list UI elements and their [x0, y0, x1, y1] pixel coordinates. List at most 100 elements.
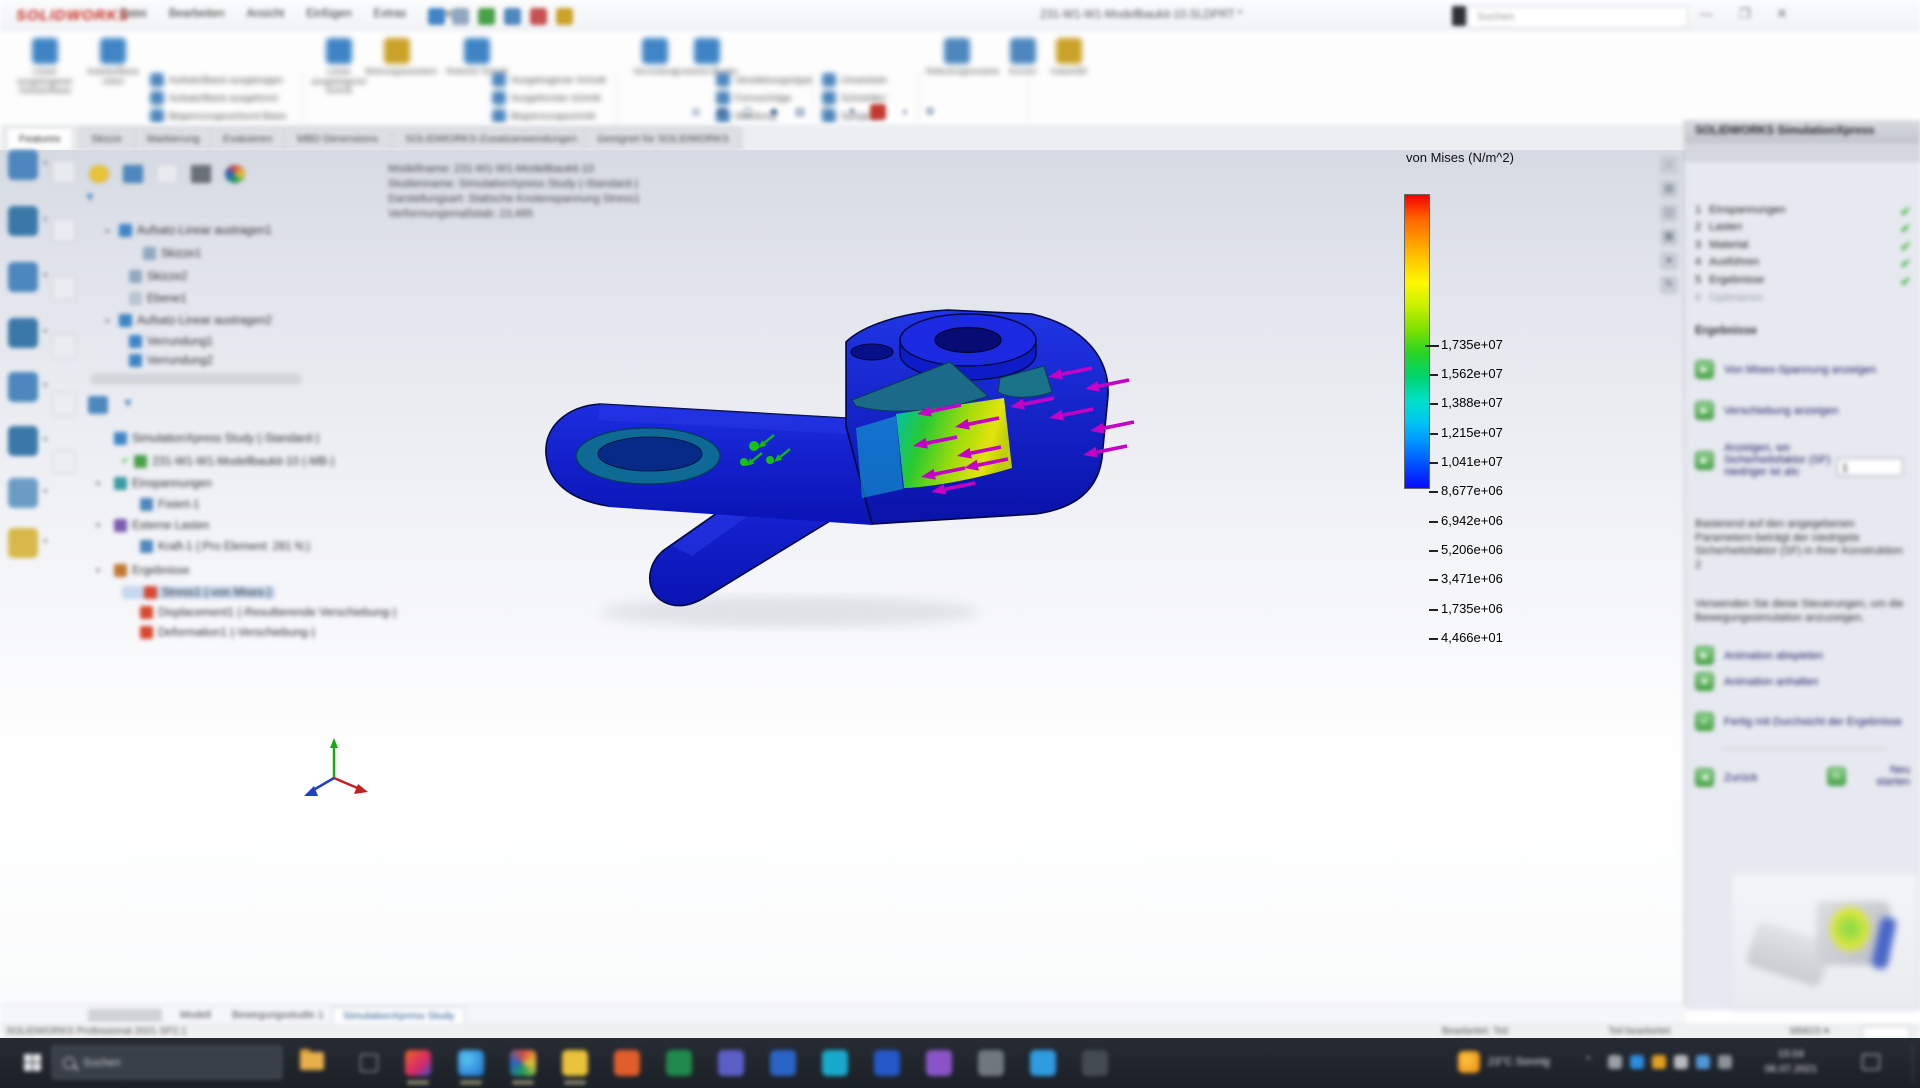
- study-filter-icon[interactable]: ▼: [122, 396, 134, 414]
- tree-item[interactable]: Deformation1 (-Verschiebung-): [122, 626, 315, 639]
- taskbar-app-icon[interactable]: [926, 1050, 952, 1076]
- home-tab-icon[interactable]: ⌂: [1660, 156, 1678, 174]
- property-manager-icon[interactable]: [122, 164, 144, 184]
- tray-icon[interactable]: [1630, 1055, 1644, 1069]
- toolbar-icon[interactable]: [8, 528, 38, 558]
- toolbar-icon[interactable]: [8, 206, 38, 236]
- taskbar-app-icon[interactable]: [874, 1050, 900, 1076]
- design-tree-icon[interactable]: [88, 164, 110, 184]
- toolbar-icon[interactable]: [8, 318, 38, 348]
- restart-button-icon[interactable]: ↻: [1827, 767, 1846, 786]
- weather-text[interactable]: 23°C Sonnig: [1488, 1056, 1550, 1068]
- action-button-icon[interactable]: ✔: [1695, 712, 1714, 731]
- model-tab[interactable]: SimulationXpress Study: [332, 1007, 465, 1025]
- file-explorer-tab-icon[interactable]: ◫: [1660, 204, 1678, 222]
- tree-item[interactable]: Ebene1: [116, 292, 187, 305]
- toolbar-icon[interactable]: [8, 478, 38, 508]
- study-icon[interactable]: [88, 396, 108, 414]
- start-button[interactable]: [24, 1054, 41, 1071]
- action-button-icon[interactable]: ▶: [1695, 451, 1714, 470]
- wizard-step[interactable]: 3 Material ✔: [1695, 239, 1911, 255]
- taskbar-clock[interactable]: 15:04 06.07.2021: [1748, 1047, 1834, 1077]
- sf-action-link[interactable]: ▶ Anzeigen, wo Sicherheitsfaktor (SF) ni…: [1695, 442, 1844, 478]
- toolbar-icon[interactable]: [8, 262, 38, 292]
- tray-icon[interactable]: [1718, 1055, 1732, 1069]
- tree-item[interactable]: ▾ Einspannungen: [96, 477, 212, 490]
- tree-item[interactable]: ▾ Externe Lasten: [96, 519, 209, 532]
- action-button-icon[interactable]: ■: [1695, 672, 1714, 691]
- taskbar-app-icon[interactable]: [978, 1050, 1004, 1076]
- tree-item[interactable]: Stress1 (-von Mises-): [122, 586, 275, 599]
- design-library-tab-icon[interactable]: ▤: [1660, 180, 1678, 198]
- appearances-tab-icon[interactable]: ●: [1660, 252, 1678, 270]
- wizard-step[interactable]: 2 Lasten ✔: [1695, 221, 1911, 237]
- action-button-icon[interactable]: ▶: [1695, 401, 1714, 420]
- taskbar-app-icon[interactable]: [458, 1050, 484, 1076]
- dimxpert-icon[interactable]: [190, 164, 212, 184]
- tree-item[interactable]: Displacement1 (-Resultierende Verschiebu…: [122, 606, 396, 619]
- toolbar-icon[interactable]: [8, 372, 38, 402]
- action-button-icon[interactable]: ▶: [1695, 360, 1714, 379]
- filter-icon[interactable]: ▼: [84, 190, 96, 204]
- tree-item[interactable]: Fixiert-1: [122, 498, 200, 511]
- wizard-step[interactable]: 1 Einspannungen ✔: [1695, 204, 1911, 220]
- taskbar-app-icon[interactable]: [822, 1050, 848, 1076]
- tree-collapse-bar[interactable]: [90, 373, 302, 385]
- sf-threshold-input[interactable]: 1: [1837, 458, 1903, 476]
- taskbar-app-icon[interactable]: [718, 1050, 744, 1076]
- tree-item[interactable]: ✔ 231-W1-W1-Modellbaukit-10 (-MB-): [108, 455, 335, 468]
- model-tab[interactable]: Bewegungsstudie 1: [222, 1007, 334, 1024]
- taskbar-search-input[interactable]: Suchen: [52, 1046, 282, 1079]
- show-desktop-button[interactable]: [1912, 1044, 1913, 1082]
- task-view-icon[interactable]: [360, 1054, 378, 1072]
- notification-center-icon[interactable]: [1862, 1054, 1880, 1070]
- back-button-icon[interactable]: ◀: [1695, 768, 1714, 787]
- tree-item[interactable]: Skizze1: [130, 247, 201, 260]
- tab-scroll-block[interactable]: [88, 1009, 162, 1022]
- tree-item[interactable]: Skizze2: [116, 270, 187, 283]
- tree-item[interactable]: SimulationXpress Study (-Standard-): [96, 432, 319, 445]
- taskbar-app-icon[interactable]: [562, 1050, 588, 1076]
- custom-properties-tab-icon[interactable]: ✎: [1660, 276, 1678, 294]
- tree-item[interactable]: Verrundung1: [116, 335, 213, 348]
- tray-icon[interactable]: [1608, 1055, 1622, 1069]
- view-palette-tab-icon[interactable]: ▦: [1660, 228, 1678, 246]
- tree-item[interactable]: Kraft-1 (:Pro Element: 281 N:): [122, 540, 310, 553]
- display-manager-icon[interactable]: [224, 164, 246, 184]
- taskbar-app-icon[interactable]: [510, 1050, 536, 1076]
- action-link[interactable]: ✔ Fertig mit Durchsicht der Ergebnisse: [1695, 712, 1902, 731]
- configuration-icon[interactable]: [156, 164, 178, 184]
- weather-icon[interactable]: [1458, 1051, 1480, 1073]
- tray-icon[interactable]: [1674, 1055, 1688, 1069]
- action-link[interactable]: ■ Animation anhalten: [1695, 672, 1818, 691]
- taskbar-app-icon[interactable]: [770, 1050, 796, 1076]
- action-link[interactable]: ▶ Animation abspielen: [1695, 646, 1823, 665]
- action-button-icon[interactable]: ▶: [1695, 646, 1714, 665]
- taskbar-app-icon[interactable]: [405, 1050, 431, 1076]
- tree-item[interactable]: ▸ Aufsatz-Linear austragen1: [106, 224, 272, 237]
- wizard-step[interactable]: 5 Ergebnisse ✔: [1695, 274, 1911, 290]
- taskbar-app-icon[interactable]: [666, 1050, 692, 1076]
- study-tree-header: ▼: [88, 396, 134, 414]
- restart-link[interactable]: ↻ Neu starten: [1827, 764, 1913, 788]
- tray-icon[interactable]: [1652, 1055, 1666, 1069]
- action-link[interactable]: ▶ Verschiebung anzeigen: [1695, 401, 1838, 420]
- taskbar-app-icon[interactable]: [614, 1050, 640, 1076]
- taskbar-app-icon[interactable]: [1082, 1050, 1108, 1076]
- action-link[interactable]: ▶ Von Mises-Spannung anzeigen: [1695, 360, 1876, 379]
- file-explorer-icon[interactable]: [300, 1052, 324, 1070]
- toolbar-icon[interactable]: [8, 150, 38, 180]
- tray-expand-caret[interactable]: ^: [1586, 1055, 1591, 1066]
- tree-item[interactable]: Verrundung2: [116, 354, 213, 367]
- wizard-step[interactable]: 6 Optimieren: [1695, 292, 1911, 304]
- taskbar-app-icon[interactable]: [1030, 1050, 1056, 1076]
- toolbar-icon[interactable]: [8, 426, 38, 456]
- tree-item[interactable]: ▾ Ergebnisse: [96, 564, 190, 577]
- tray-icon[interactable]: [1696, 1055, 1710, 1069]
- status-item: Bearbeitet: Teil: [1442, 1026, 1508, 1037]
- wizard-step[interactable]: 4 Ausführen ✔: [1695, 256, 1911, 272]
- tree-item[interactable]: ▸ Aufsatz-Linear austragen2: [106, 314, 272, 327]
- model-tab[interactable]: Modell: [170, 1007, 221, 1024]
- back-link[interactable]: ◀ Zurück: [1695, 768, 1758, 787]
- task-pane-header[interactable]: SOLIDWORKS SimulationXpress: [1685, 120, 1920, 142]
